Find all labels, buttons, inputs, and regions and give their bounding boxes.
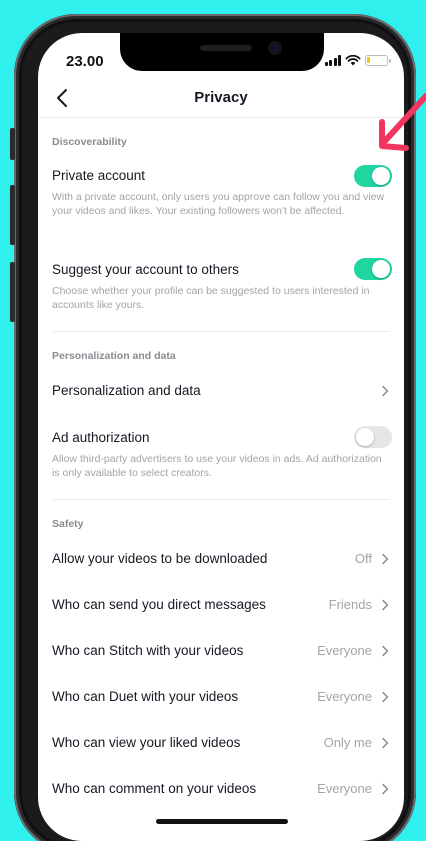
page-title: Privacy <box>194 89 248 106</box>
private-account-title: Private account <box>52 168 146 183</box>
battery-icon <box>365 54 391 66</box>
personalization-data-row[interactable]: Personalization and data <box>38 372 404 408</box>
toggle-knob <box>356 428 374 446</box>
toggle-knob <box>372 260 390 278</box>
safety-row-liked-videos[interactable]: Who can view your liked videos Only me <box>38 724 404 760</box>
cellular-signal-icon <box>324 54 341 66</box>
safety-row-comments[interactable]: Who can comment on your videos Everyone <box>38 770 404 806</box>
chevron-right-icon <box>382 553 389 565</box>
navigation-bar: Privacy <box>38 83 404 113</box>
section-header-safety: Safety <box>52 518 84 530</box>
ad-authorization-description: Allow third-party advertisers to use you… <box>52 453 382 479</box>
chevron-right-icon <box>382 783 389 795</box>
safety-row-title: Who can Stitch with your videos <box>52 643 244 658</box>
ad-authorization-toggle[interactable] <box>354 426 392 448</box>
safety-row-downloads[interactable]: Allow your videos to be downloaded Off <box>38 540 404 576</box>
safety-row-title: Who can send you direct messages <box>52 597 266 612</box>
chevron-right-icon <box>382 385 389 397</box>
safety-row-title: Allow your videos to be downloaded <box>52 551 268 566</box>
section-divider <box>52 331 390 332</box>
safety-row-title: Who can Duet with your videos <box>52 689 239 704</box>
safety-row-duet[interactable]: Who can Duet with your videos Everyone <box>38 678 404 714</box>
safety-row-stitch[interactable]: Who can Stitch with your videos Everyone <box>38 632 404 668</box>
status-bar: 23.00 <box>66 51 391 71</box>
safety-row-value: Everyone <box>317 643 372 658</box>
wifi-icon <box>345 54 361 66</box>
suggest-account-title: Suggest your account to others <box>52 262 239 277</box>
toggle-knob <box>372 167 390 185</box>
safety-row-direct-messages[interactable]: Who can send you direct messages Friends <box>38 586 404 622</box>
chevron-right-icon <box>382 737 389 749</box>
ad-authorization-title: Ad authorization <box>52 430 150 445</box>
volume-down-button <box>10 262 15 322</box>
section-header-personalization: Personalization and data <box>52 350 176 362</box>
status-icons <box>324 54 391 66</box>
mute-switch <box>10 128 15 160</box>
chevron-right-icon <box>382 599 389 611</box>
home-indicator[interactable] <box>156 819 288 824</box>
navbar-divider <box>38 117 404 118</box>
private-account-description: With a private account, only users you a… <box>52 191 385 217</box>
status-time: 23.00 <box>66 53 104 70</box>
safety-row-title: Who can comment on your videos <box>52 781 257 796</box>
safety-row-title: Who can view your liked videos <box>52 735 241 750</box>
arrow-icon <box>379 93 426 151</box>
section-header-discoverability: Discoverability <box>52 136 127 148</box>
personalization-data-title: Personalization and data <box>52 383 201 398</box>
safety-row-value: Friends <box>328 597 372 612</box>
safety-row-value: Only me <box>323 735 372 750</box>
safety-row-value: Off <box>354 551 372 566</box>
chevron-right-icon <box>382 691 389 703</box>
private-account-toggle[interactable] <box>354 165 392 187</box>
chevron-right-icon <box>382 645 389 657</box>
section-divider <box>52 499 390 500</box>
safety-row-value: Everyone <box>317 689 372 704</box>
suggest-account-toggle[interactable] <box>354 258 392 280</box>
volume-up-button <box>10 185 15 245</box>
safety-row-value: Everyone <box>317 781 372 796</box>
phone-screen: 23.00 Privacy Discoverability Private ac… <box>38 33 404 841</box>
suggest-account-description: Choose whether your profile can be sugge… <box>52 285 370 311</box>
